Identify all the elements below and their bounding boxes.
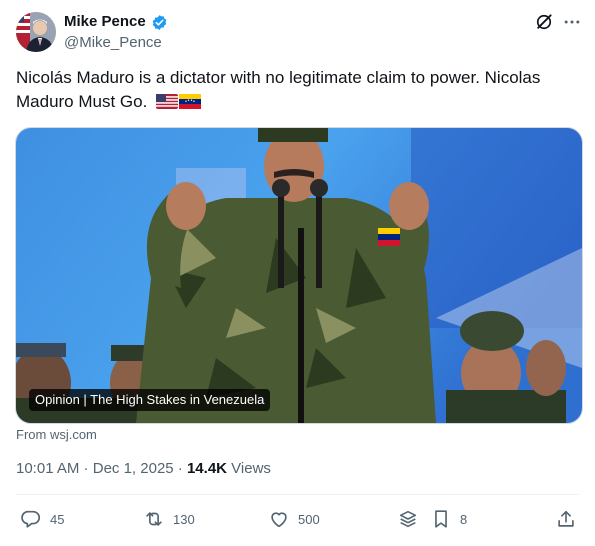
tweet-time[interactable]: 10:01 AM (16, 460, 79, 477)
link-card[interactable] (15, 127, 583, 424)
tweet-date[interactable]: Dec 1, 2025 (93, 460, 174, 477)
repost-count: 130 (173, 511, 195, 527)
grok-icon[interactable] (534, 12, 554, 32)
like-button[interactable]: 500 (268, 508, 320, 530)
tweet-text: Nicolás Maduro is a dictator with no leg… (16, 66, 576, 116)
author-name[interactable]: Mike Pence (64, 12, 146, 32)
tweet-meta: 10:01 AM · Dec 1, 2025 · 14.4K Views (16, 459, 271, 479)
repost-button[interactable]: 130 (143, 508, 195, 530)
meta-separator: · (79, 460, 93, 477)
card-caption: Opinion | The High Stakes in Venezuela (29, 389, 271, 411)
views-count: 14.4K (186, 460, 227, 477)
bookmark-count: 8 (460, 511, 468, 527)
card-image (16, 128, 582, 423)
grok-analyze-button[interactable] (397, 508, 427, 530)
repost-icon (146, 512, 162, 526)
stack-icon (399, 510, 417, 528)
reply-icon (21, 510, 41, 528)
more-options-icon[interactable] (562, 12, 582, 32)
divider (16, 494, 579, 495)
share-button[interactable] (555, 508, 585, 530)
verified-badge-icon (151, 14, 168, 31)
us-flag-emoji (156, 92, 179, 116)
heart-icon (271, 512, 287, 528)
bookmark-button[interactable]: 8 (430, 508, 467, 530)
tweet-body: Nicolás Maduro is a dictator with no leg… (16, 68, 541, 111)
meta-separator: · (173, 460, 187, 477)
card-source[interactable]: From wsj.com (16, 427, 97, 442)
reply-count: 45 (50, 511, 65, 527)
author-handle[interactable]: @Mike_Pence (64, 33, 162, 53)
views-label: Views (227, 460, 271, 477)
share-icon (558, 510, 574, 527)
venezuela-flag-emoji (179, 92, 202, 116)
reply-button[interactable]: 45 (20, 508, 64, 530)
like-count: 500 (298, 511, 320, 527)
author-avatar[interactable] (16, 12, 56, 52)
bookmark-icon (435, 510, 447, 528)
